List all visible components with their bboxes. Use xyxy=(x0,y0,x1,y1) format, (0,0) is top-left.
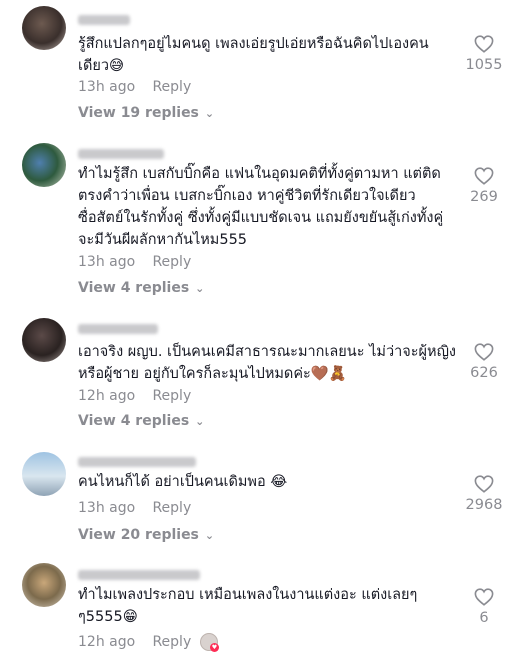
view-replies-button[interactable]: View 19 replies ⌄ xyxy=(78,105,214,121)
view-replies-label: View 4 replies xyxy=(78,413,190,429)
avatar[interactable] xyxy=(22,318,66,362)
like-count: 1055 xyxy=(465,57,503,73)
comment-time: 12h ago xyxy=(78,634,136,650)
username-blurred[interactable] xyxy=(78,15,130,25)
chevron-down-icon: ⌄ xyxy=(195,282,205,295)
chevron-down-icon: ⌄ xyxy=(204,107,215,120)
avatar[interactable] xyxy=(22,452,66,496)
view-replies-button[interactable]: View 20 replies ⌄ xyxy=(78,527,214,543)
like-button[interactable]: 626 xyxy=(458,343,510,381)
comment-text: คนไหนก็ได้ อย่าเป็นคนเดิมพอ 😂 xyxy=(78,474,288,490)
reply-button[interactable]: Reply xyxy=(152,634,191,650)
comment-meta: 12h ago Reply xyxy=(78,388,191,404)
view-replies-button[interactable]: View 4 replies ⌄ xyxy=(78,280,204,296)
comment-time: 13h ago xyxy=(78,254,136,270)
view-replies-label: View 20 replies xyxy=(78,527,199,543)
reply-button[interactable]: Reply xyxy=(152,388,191,404)
like-count: 269 xyxy=(470,189,498,205)
comment-meta: 12h ago Reply xyxy=(78,634,191,650)
comment-meta: 13h ago Reply xyxy=(78,254,191,270)
like-button[interactable]: 269 xyxy=(458,167,510,205)
heart-outline-icon xyxy=(474,475,494,493)
avatar[interactable] xyxy=(22,143,66,187)
view-replies-label: View 19 replies xyxy=(78,105,199,121)
like-count: 626 xyxy=(470,365,498,381)
username-blurred[interactable] xyxy=(78,149,164,159)
reply-button[interactable]: Reply xyxy=(152,500,191,516)
like-button[interactable]: 1055 xyxy=(458,35,510,73)
like-count: 6 xyxy=(479,610,489,626)
creator-heart-badge-icon: ♥ xyxy=(210,643,219,652)
heart-outline-icon xyxy=(474,343,494,361)
heart-outline-icon xyxy=(474,35,494,53)
comment-meta: 13h ago Reply xyxy=(78,500,191,516)
like-button[interactable]: 2968 xyxy=(458,475,510,513)
heart-outline-icon xyxy=(474,588,494,606)
comment-text: ทำไมรู้สึก เบสกับบิ๊กคือ แฟนในอุดมคติที่… xyxy=(78,166,448,248)
avatar[interactable] xyxy=(22,6,66,50)
view-replies-label: View 4 replies xyxy=(78,280,190,296)
like-button[interactable]: 6 xyxy=(458,588,510,626)
comment-text: เอาจริง ผญบ. เป็นคนเคมีสาธารณะมากเลยนะ ไ… xyxy=(78,344,456,382)
like-count: 2968 xyxy=(465,497,503,513)
view-replies-button[interactable]: View 4 replies ⌄ xyxy=(78,413,204,429)
chevron-down-icon: ⌄ xyxy=(204,529,215,542)
comment-meta: 13h ago Reply xyxy=(78,79,191,95)
reply-button[interactable]: Reply xyxy=(152,254,191,270)
username-blurred[interactable] xyxy=(78,457,196,467)
username-blurred[interactable] xyxy=(78,570,200,580)
avatar[interactable] xyxy=(22,563,66,607)
reply-button[interactable]: Reply xyxy=(152,79,191,95)
comment-time: 13h ago xyxy=(78,79,136,95)
chevron-down-icon: ⌄ xyxy=(195,415,205,428)
heart-outline-icon xyxy=(474,167,494,185)
comment-text: รู้สึกแปลกๆอยู่ไมคนดู เพลงเอ่ยรูปเอ่ยหรื… xyxy=(78,36,429,74)
comment-time: 13h ago xyxy=(78,500,136,516)
comment-text: ทำไมเพลงประกอบ เหมือนเพลงในงานแต่งอะ แต่… xyxy=(78,587,422,625)
username-blurred[interactable] xyxy=(78,324,158,334)
comment-time: 12h ago xyxy=(78,388,136,404)
